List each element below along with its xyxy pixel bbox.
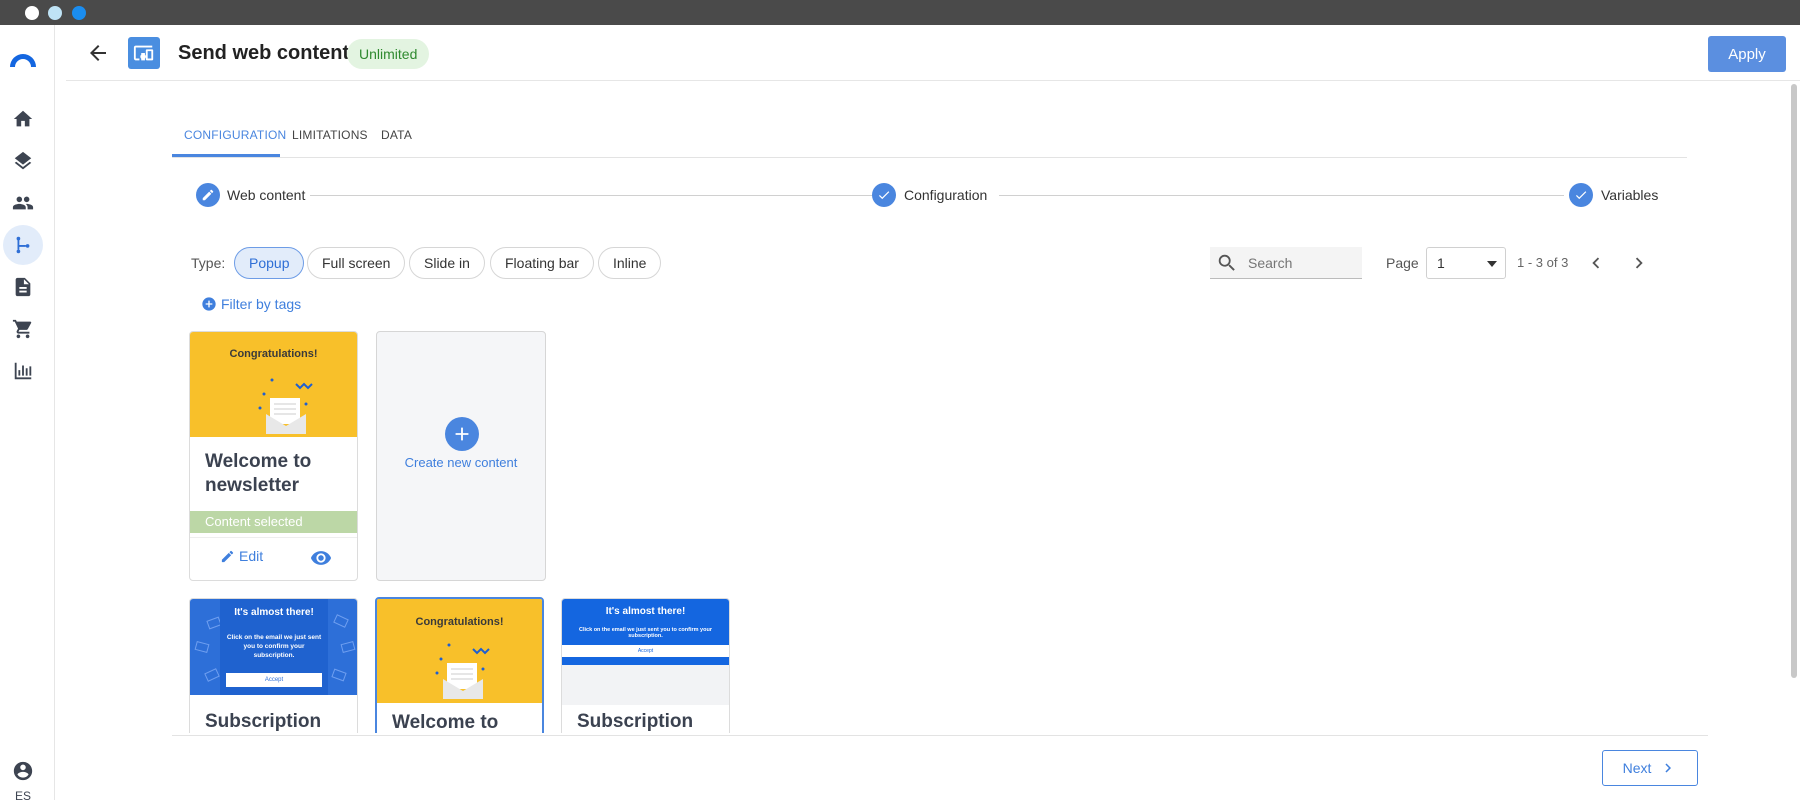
layers-icon[interactable] (9, 147, 37, 175)
type-chip-full-screen[interactable]: Full screen (307, 247, 406, 279)
window-close-dot[interactable] (25, 6, 39, 20)
search-icon (1218, 254, 1235, 271)
card-thumbnail: Congratulations! (190, 332, 357, 437)
thumbnail-body: Click on the email we just sent you to c… (226, 634, 322, 659)
content-card[interactable]: It's almost there! Click on the email we… (561, 598, 730, 748)
card-actions: Edit (190, 537, 357, 577)
vertical-scrollbar[interactable] (1791, 84, 1797, 678)
create-new-content-label: Create new content (404, 455, 518, 470)
thumbnail-title: It's almost there! (605, 606, 686, 617)
next-label: Next (1622, 760, 1652, 776)
popup-preview: It's almost there! Click on the email we… (220, 599, 328, 695)
thumbnail-title: Congratulations! (229, 348, 318, 360)
step-connector (999, 195, 1564, 196)
back-arrow-icon[interactable] (86, 41, 110, 65)
thumbnail-accept-button: Accept (562, 645, 729, 657)
page-header: Send web content Unlimited Apply (66, 25, 1800, 81)
account-menu[interactable]: ES (10, 760, 36, 800)
thumbnail-body: Click on the email we just sent you to c… (579, 627, 712, 639)
type-chip-floating-bar[interactable]: Floating bar (490, 247, 594, 279)
next-page-icon[interactable] (1628, 252, 1650, 274)
status-badge: Unlimited (347, 39, 430, 69)
tab-data[interactable]: DATA (381, 128, 412, 142)
content-card[interactable]: It's almost there! Click on the email we… (189, 598, 358, 748)
tab-configuration[interactable]: CONFIGURATION (184, 128, 286, 142)
content-selected-banner: Content selected (190, 511, 357, 533)
cart-icon[interactable] (9, 315, 37, 343)
add-icon (445, 417, 479, 451)
sidebar: ES (0, 25, 55, 800)
window-maximize-dot[interactable] (72, 6, 86, 20)
page-select-value: 1 (1437, 255, 1445, 271)
content-card-selected[interactable]: Congratulations! Welcome to newsletter C… (189, 331, 358, 581)
bar-chart-icon[interactable] (9, 357, 37, 385)
account-icon (13, 761, 33, 781)
tab-bar: CONFIGURATION LIMITATIONS DATA (172, 118, 1687, 158)
apply-button[interactable]: Apply (1708, 36, 1786, 72)
envelope-illustration-icon (435, 643, 490, 699)
thumbnail-title: It's almost there! (234, 607, 314, 618)
card-name: Subscription (577, 711, 694, 732)
tab-limitations[interactable]: LIMITATIONS (292, 128, 368, 142)
filter-by-tags-button[interactable]: Filter by tags (201, 296, 301, 312)
footer-background (172, 733, 772, 800)
next-button[interactable]: Next (1602, 750, 1698, 786)
card-name: Welcome to (392, 712, 499, 733)
step-configuration-check-icon[interactable] (872, 183, 896, 207)
step-label-configuration: Configuration (904, 187, 988, 203)
chevron-down-icon (1487, 261, 1497, 267)
search-field[interactable] (1210, 247, 1362, 279)
type-filter-label: Type: (191, 255, 226, 271)
edit-label: Edit (239, 548, 264, 564)
card-thumbnail: It's almost there! Click on the email we… (562, 599, 729, 665)
add-circle-icon (202, 297, 216, 311)
page-select[interactable]: 1 (1426, 247, 1506, 279)
page-title: Send web content (178, 42, 350, 64)
stepper: Web content Configuration Variables (172, 183, 1672, 213)
app-logo-icon[interactable] (8, 43, 38, 73)
content-card-highlighted[interactable]: Congratulations! Welcome to (375, 597, 544, 749)
flow-icon[interactable] (3, 225, 43, 265)
thumbnail-title: Congratulations! (415, 616, 504, 628)
envelope-illustration-icon (258, 378, 313, 434)
card-name: Subscription (205, 711, 322, 732)
home-icon[interactable] (9, 105, 37, 133)
edit-button[interactable]: Edit (220, 548, 263, 564)
card-thumbnail: It's almost there! Click on the email we… (190, 599, 357, 695)
type-chip-popup[interactable]: Popup (234, 247, 305, 279)
search-input[interactable] (1248, 254, 1348, 271)
step-label-web-content: Web content (227, 187, 306, 203)
active-tab-indicator (172, 154, 280, 157)
preview-eye-icon[interactable] (310, 547, 332, 574)
pagination-range: 1 - 3 of 3 (1517, 255, 1569, 270)
type-chip-inline[interactable]: Inline (598, 247, 662, 279)
card-name: Welcome to newsletter (205, 451, 312, 494)
step-variables-check-icon[interactable] (1569, 183, 1593, 207)
thumbnail-accept-button: Accept (226, 673, 322, 687)
create-new-content-card[interactable]: Create new content (376, 331, 546, 581)
step-web-content-pencil-icon[interactable] (196, 183, 220, 207)
step-connector (310, 195, 896, 196)
thumbnail-background (562, 665, 729, 705)
footer-divider (172, 735, 1708, 736)
pencil-icon (221, 550, 234, 562)
document-icon[interactable] (9, 273, 37, 301)
card-thumbnail: Congratulations! (377, 599, 542, 703)
window-titlebar (0, 0, 1800, 25)
language-label: ES (14, 789, 31, 800)
type-chip-slide-in[interactable]: Slide in (409, 247, 485, 279)
people-icon[interactable] (9, 189, 37, 217)
web-content-icon (128, 37, 160, 69)
step-label-variables: Variables (1601, 187, 1659, 203)
window-minimize-dot[interactable] (48, 6, 62, 20)
page-label: Page (1386, 255, 1419, 271)
prev-page-icon[interactable] (1585, 252, 1607, 274)
filter-by-tags-label: Filter by tags (221, 296, 302, 312)
chevron-right-icon (1665, 763, 1672, 773)
